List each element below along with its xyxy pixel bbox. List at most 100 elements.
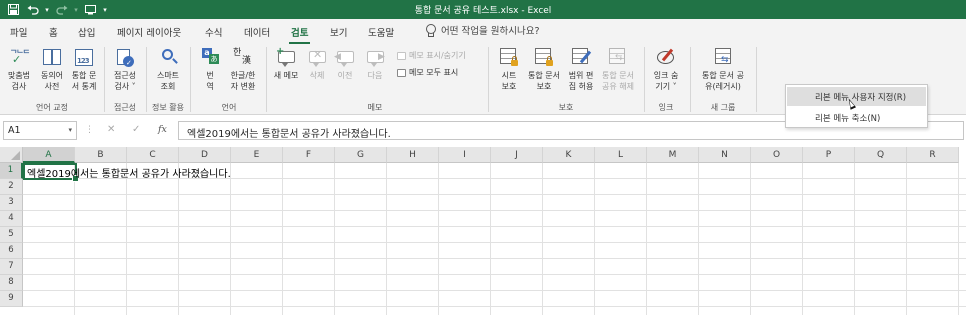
column-header-r[interactable]: R xyxy=(907,147,959,163)
new-comment-icon: + xyxy=(275,46,297,68)
group-separator xyxy=(488,47,489,112)
previous-comment-icon: ◀ xyxy=(334,48,356,68)
column-header-a[interactable]: A xyxy=(23,147,75,163)
column-header-b[interactable]: B xyxy=(75,147,127,163)
ribbon-context-menu: 리본 메뉴 사용자 지정(R) 리본 메뉴 축소(N) xyxy=(785,84,928,128)
row-header-3[interactable]: 3 xyxy=(0,195,23,211)
column-header-k[interactable]: K xyxy=(543,147,595,163)
column-header-i[interactable]: I xyxy=(439,147,491,163)
row-header-2[interactable]: 2 xyxy=(0,179,23,195)
title-bar: ▾ ▾ ▾ 통합 문서 공유 테스트.xlsx - Excel xyxy=(0,0,966,19)
chevron-down-icon[interactable]: ▾ xyxy=(68,126,72,134)
column-header-p[interactable]: P xyxy=(803,147,855,163)
tab-view[interactable]: 보기 xyxy=(330,25,347,39)
smart-lookup-button[interactable]: 스마트 조회 xyxy=(150,48,186,92)
tab-file[interactable]: 파일 xyxy=(10,25,27,39)
new-comment-button[interactable]: + 새 메모 xyxy=(270,46,302,81)
ink-icon xyxy=(655,48,677,68)
hide-ink-button[interactable]: 잉크 숨 기기 ˅ xyxy=(648,48,684,92)
group-separator xyxy=(146,47,147,112)
row-header-6[interactable]: 6 xyxy=(0,243,23,259)
row-header-4[interactable]: 4 xyxy=(0,211,23,227)
row-header-7[interactable]: 7 xyxy=(0,259,23,275)
thesaurus-button[interactable]: 동의어 사전 xyxy=(36,48,68,92)
row-header-1[interactable]: 1 xyxy=(0,163,23,179)
comment-icon xyxy=(397,51,406,60)
group-label-accessibility: 접근성 xyxy=(113,103,137,112)
column-header-g[interactable]: G xyxy=(335,147,387,163)
tab-page-layout[interactable]: 페이지 레이아웃 xyxy=(117,25,181,39)
edit-ranges-icon xyxy=(570,48,592,68)
accessibility-icon: ✓ xyxy=(114,48,136,68)
tab-insert[interactable]: 삽입 xyxy=(78,25,95,39)
row-header-5[interactable]: 5 xyxy=(0,227,23,243)
row-header-9[interactable]: 9 xyxy=(0,291,23,307)
group-label-new-group: 새 그룹 xyxy=(710,103,736,112)
share-workbook-icon: ⇆ xyxy=(712,48,734,68)
column-header-c[interactable]: C xyxy=(127,147,179,163)
row-header-8[interactable]: 8 xyxy=(0,275,23,291)
column-header-l[interactable]: L xyxy=(595,147,647,163)
group-label-protect: 보호 xyxy=(558,103,574,112)
cancel-icon[interactable]: ✕ xyxy=(107,124,115,135)
column-header-n[interactable]: N xyxy=(699,147,751,163)
search-icon xyxy=(157,48,179,68)
select-all-button[interactable] xyxy=(0,147,23,163)
group-separator xyxy=(756,47,757,112)
spelling-icon: ᄀᄂᄃ ✓ xyxy=(10,49,30,66)
tab-review[interactable]: 검토 xyxy=(288,25,312,44)
window-title: 통합 문서 공유 테스트.xlsx - Excel xyxy=(414,6,552,16)
tell-me-box[interactable]: 어떤 작업을 원하시나요? xyxy=(425,23,539,37)
unshare-workbook-button[interactable]: ⇆ 통합 문서 공유 해제 xyxy=(598,48,638,92)
share-workbook-legacy-button[interactable]: ⇆ 통합 문서 공 유(레거시) xyxy=(696,48,750,92)
column-header-q[interactable]: Q xyxy=(855,147,907,163)
tab-data[interactable]: 데이터 xyxy=(244,25,270,39)
previous-comment-button[interactable]: ◀ 이전 xyxy=(332,48,358,81)
ribbon-tabs: 파일 홈 삽입 페이지 레이아웃 수식 데이터 검토 보기 도움말 어떤 작업을… xyxy=(0,19,966,44)
next-comment-icon: ▶ xyxy=(364,48,386,68)
column-header-m[interactable]: M xyxy=(647,147,699,163)
tab-formulas[interactable]: 수식 xyxy=(205,25,222,39)
hanja-conversion-button[interactable]: 한 漢 한글/한 자 변환 xyxy=(224,48,262,92)
column-header-d[interactable]: D xyxy=(179,147,231,163)
enter-icon[interactable]: ✓ xyxy=(132,124,140,135)
next-comment-button[interactable]: ▶ 다음 xyxy=(362,48,388,81)
group-label-ink: 잉크 xyxy=(658,103,674,112)
workbook-statistics-button[interactable]: 123 통합 문 서 통계 xyxy=(68,48,100,92)
column-header-h[interactable]: H xyxy=(387,147,439,163)
hanja-icon: 한 漢 xyxy=(233,48,252,66)
spelling-button[interactable]: ᄀᄂᄃ ✓ 맞춤법 검사 xyxy=(4,48,34,92)
translate-button[interactable]: a あ 번 역 xyxy=(196,48,224,92)
protect-workbook-icon xyxy=(533,48,555,68)
group-label-insights: 정보 활용 xyxy=(152,103,184,112)
unshare-icon: ⇆ xyxy=(607,48,629,68)
group-label-language: 언어 xyxy=(221,103,237,112)
tell-me-text: 어떤 작업을 원하시나요? xyxy=(441,26,540,37)
collapse-ribbon-menu-item[interactable]: 리본 메뉴 축소(N) xyxy=(787,108,926,127)
cell-area[interactable] xyxy=(23,163,966,315)
protect-workbook-button[interactable]: 통합 문서 보호 xyxy=(524,48,564,92)
group-separator xyxy=(690,47,691,112)
column-header-e[interactable]: E xyxy=(231,147,283,163)
name-box[interactable]: A1 ▾ xyxy=(3,121,77,140)
lightbulb-icon xyxy=(425,23,436,37)
customize-ribbon-menu-item[interactable]: 리본 메뉴 사용자 지정(R) xyxy=(787,87,926,106)
group-label-proofing: 언어 교정 xyxy=(36,103,68,112)
protect-sheet-button[interactable]: 시트 보호 xyxy=(494,48,524,92)
translate-icon: a あ xyxy=(199,48,221,68)
insert-function-button[interactable]: fx xyxy=(158,124,167,135)
column-header-j[interactable]: J xyxy=(491,147,543,163)
show-all-comments-button[interactable]: 메모 모두 표시 xyxy=(397,67,458,78)
allow-edit-ranges-button[interactable]: 범위 편 집 허용 xyxy=(564,48,598,92)
show-hide-comment-button[interactable]: 메모 표시/숨기기 xyxy=(397,50,466,61)
tab-home[interactable]: 홈 xyxy=(49,25,58,39)
column-header-o[interactable]: O xyxy=(751,147,803,163)
book-icon xyxy=(41,48,63,68)
group-separator xyxy=(104,47,105,112)
check-accessibility-button[interactable]: ✓ 접근성 검사 ˅ xyxy=(108,48,142,92)
tab-help[interactable]: 도움말 xyxy=(368,25,394,39)
formula-bar-grip[interactable]: ⋮ xyxy=(85,125,94,135)
worksheet-grid: ABCDEFGHIJKLMNOPQR 123456789 엑셀2019에서는 통… xyxy=(0,147,966,315)
delete-comment-button[interactable]: ✕ 삭제 xyxy=(304,48,330,81)
column-header-f[interactable]: F xyxy=(283,147,335,163)
